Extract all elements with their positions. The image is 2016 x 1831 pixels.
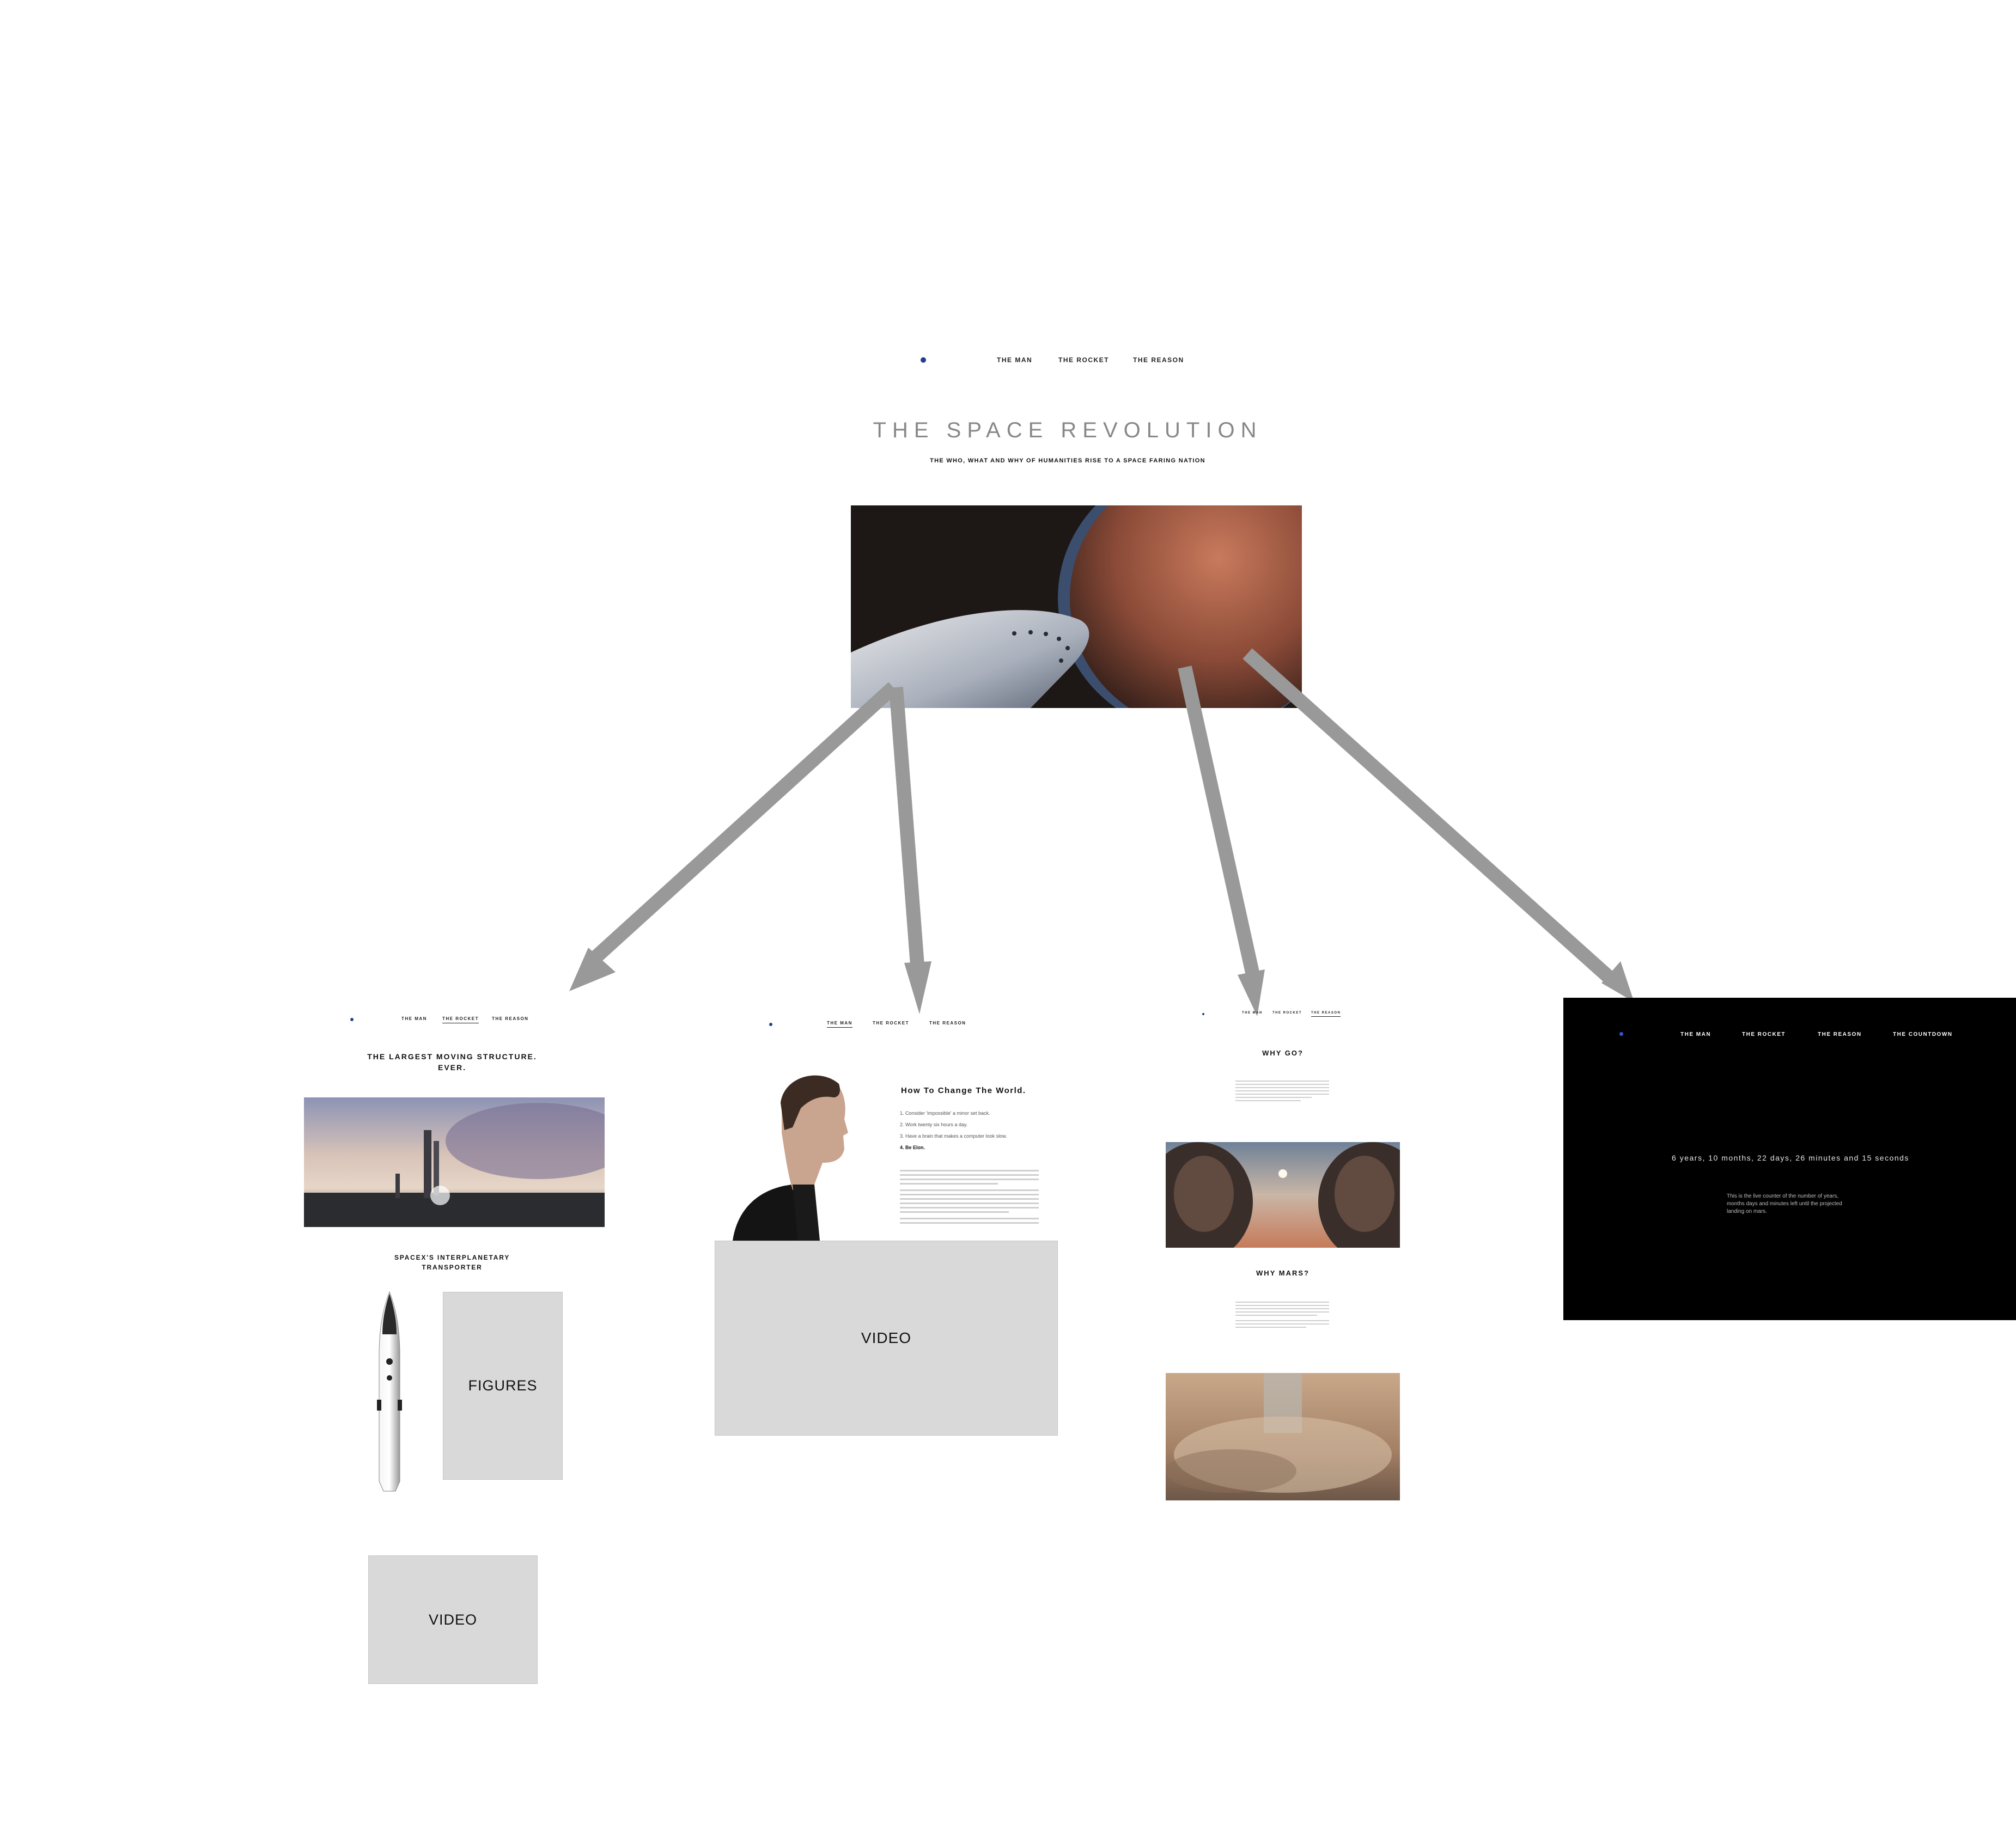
rocket-illustration bbox=[376, 1291, 403, 1492]
list-item: 2. Work twenty six hours a day. bbox=[900, 1122, 968, 1127]
nav-the-man[interactable]: THE MAN bbox=[997, 356, 1032, 364]
rocket-subheading-line1: SPACEX'S INTERPLANETARY bbox=[394, 1254, 510, 1261]
nav-the-reason[interactable]: THE REASON bbox=[1311, 1011, 1341, 1017]
text-line bbox=[1235, 1323, 1329, 1325]
text-line bbox=[1235, 1100, 1301, 1101]
text-line bbox=[1235, 1087, 1329, 1088]
dust-landing-image bbox=[1166, 1373, 1400, 1500]
text-line bbox=[1235, 1305, 1329, 1306]
caption-line: This is the live counter of the number o… bbox=[1727, 1193, 1839, 1199]
text-line bbox=[1235, 1320, 1329, 1321]
rocket-heading-line2: EVER. bbox=[437, 1063, 466, 1072]
text-line bbox=[900, 1218, 1039, 1219]
nav-the-man[interactable]: THE MAN bbox=[1680, 1032, 1711, 1037]
rocket-subheading-line2: TRANSPORTER bbox=[422, 1264, 483, 1271]
text-line bbox=[1235, 1327, 1306, 1328]
why-mars-heading: WHY MARS? bbox=[1256, 1269, 1310, 1277]
text-line bbox=[1235, 1311, 1329, 1313]
rocket-heading-line1: THE LARGEST MOVING STRUCTURE. bbox=[367, 1052, 537, 1061]
text-line bbox=[1235, 1097, 1312, 1098]
countdown-timer: 6 years, 10 months, 22 days, 26 minutes … bbox=[1672, 1153, 1909, 1162]
nav-the-rocket[interactable]: THE ROCKET bbox=[1742, 1032, 1786, 1037]
man-list: 1. Consider 'impossible' a minor set bac… bbox=[900, 1108, 1007, 1153]
list-item: 3. Have a brain that makes a computer lo… bbox=[900, 1133, 1007, 1139]
text-line bbox=[900, 1194, 1039, 1195]
logo-dot[interactable] bbox=[1202, 1013, 1204, 1015]
logo-dot[interactable] bbox=[921, 357, 926, 363]
nav-the-countdown[interactable]: THE COUNTDOWN bbox=[1893, 1032, 1953, 1037]
text-line bbox=[1235, 1308, 1329, 1309]
caption-line: months days and minutes left until the p… bbox=[1727, 1201, 1842, 1207]
rocket-subheading: SPACEX'S INTERPLANETARY TRANSPORTER bbox=[327, 1253, 577, 1272]
man-video-placeholder[interactable]: VIDEO bbox=[715, 1241, 1058, 1436]
list-item: 1. Consider 'impossible' a minor set bac… bbox=[900, 1110, 990, 1116]
nav-the-reason[interactable]: THE REASON bbox=[1818, 1032, 1862, 1037]
nav-the-reason[interactable]: THE REASON bbox=[1133, 356, 1184, 364]
text-line bbox=[900, 1203, 1039, 1204]
countdown-caption: This is the live counter of the number o… bbox=[1727, 1193, 1842, 1216]
text-line bbox=[1235, 1081, 1329, 1082]
launchpad-image bbox=[304, 1097, 605, 1227]
hero-mars-image bbox=[851, 505, 1302, 708]
logo-dot[interactable] bbox=[769, 1023, 772, 1026]
nav-the-rocket[interactable]: THE ROCKET bbox=[1272, 1011, 1302, 1015]
text-line bbox=[1235, 1090, 1329, 1091]
nav-the-rocket[interactable]: THE ROCKET bbox=[442, 1016, 479, 1023]
flow-arrows bbox=[569, 648, 1634, 1016]
rocket-heading: THE LARGEST MOVING STRUCTURE. EVER. bbox=[327, 1051, 577, 1073]
countdown-page: THE MAN THE ROCKET THE REASON THE COUNTD… bbox=[1563, 998, 2016, 1320]
nav-the-rocket[interactable]: THE ROCKET bbox=[1058, 356, 1109, 364]
text-line bbox=[900, 1174, 1039, 1176]
nav-the-man[interactable]: THE MAN bbox=[827, 1021, 852, 1028]
nav-the-rocket[interactable]: THE ROCKET bbox=[873, 1021, 909, 1026]
text-line bbox=[900, 1189, 1039, 1191]
caption-line: landing on mars. bbox=[1727, 1209, 1767, 1214]
figures-placeholder: FIGURES bbox=[443, 1292, 563, 1480]
text-line bbox=[900, 1179, 1039, 1180]
astronauts-image bbox=[1166, 1142, 1400, 1248]
text-line bbox=[900, 1198, 1039, 1200]
list-item: 4. Be Elon. bbox=[900, 1145, 925, 1150]
text-line bbox=[900, 1183, 998, 1185]
text-line bbox=[900, 1222, 1039, 1224]
why-go-heading: WHY GO? bbox=[1262, 1049, 1304, 1057]
nav-the-man[interactable]: THE MAN bbox=[1242, 1011, 1263, 1015]
text-line bbox=[900, 1211, 1009, 1213]
man-heading: How To Change The World. bbox=[901, 1086, 1026, 1095]
page-subtitle: THE WHO, WHAT AND WHY OF HUMANITIES RISE… bbox=[930, 457, 1205, 464]
page-title: THE SPACE REVOLUTION bbox=[873, 418, 1263, 442]
logo-dot[interactable] bbox=[350, 1018, 354, 1021]
text-line bbox=[1235, 1094, 1329, 1095]
nav-the-reason[interactable]: THE REASON bbox=[929, 1021, 966, 1026]
nav-the-man[interactable]: THE MAN bbox=[401, 1016, 427, 1021]
text-line bbox=[1235, 1302, 1329, 1303]
text-line bbox=[1235, 1084, 1329, 1085]
rocket-video-placeholder[interactable]: VIDEO bbox=[368, 1555, 538, 1684]
text-line bbox=[900, 1207, 1039, 1209]
nav-the-reason[interactable]: THE REASON bbox=[492, 1016, 528, 1021]
elon-portrait bbox=[733, 1067, 880, 1241]
text-line bbox=[900, 1170, 1039, 1171]
text-line bbox=[1235, 1315, 1317, 1316]
logo-dot[interactable] bbox=[1619, 1032, 1623, 1036]
